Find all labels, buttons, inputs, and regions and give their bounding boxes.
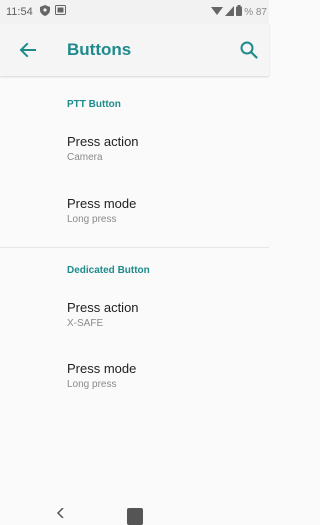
pref-dedicated-press-mode[interactable]: Press mode Long press: [0, 351, 269, 403]
pref-summary: Camera: [67, 152, 103, 163]
battery-text: % 87: [244, 6, 267, 18]
search-icon[interactable]: [239, 40, 259, 60]
pref-summary: X-SAFE: [67, 318, 104, 329]
back-icon[interactable]: [18, 40, 38, 60]
category-ptt-button: PTT Button: [67, 99, 121, 110]
sim-icon: [55, 5, 66, 18]
shield-icon: [40, 5, 50, 19]
wifi-icon: [211, 6, 224, 19]
pref-title: Press action: [67, 300, 139, 315]
page-title: Buttons: [67, 40, 132, 59]
pref-title: Press action: [67, 134, 139, 149]
pref-dedicated-press-action[interactable]: Press action X-SAFE: [0, 290, 269, 342]
status-bar: 11:54 % 87: [0, 0, 269, 24]
signal-icon: [225, 5, 235, 19]
battery-icon: [236, 5, 243, 19]
pref-title: Press mode: [67, 361, 137, 376]
app-bar: Buttons: [0, 24, 269, 76]
pref-ptt-press-action[interactable]: Press action Camera: [0, 124, 269, 176]
status-time: 11:54: [6, 6, 33, 18]
status-right: % 87: [211, 5, 267, 19]
navigation-bar: [0, 500, 269, 525]
pref-title: Press mode: [67, 196, 137, 211]
pref-ptt-press-mode[interactable]: Press mode Long press: [0, 186, 269, 238]
section-divider: [0, 247, 269, 248]
pref-summary: Long press: [67, 379, 117, 390]
nav-back-icon[interactable]: [56, 505, 64, 519]
nav-home-icon[interactable]: [127, 508, 143, 525]
category-dedicated-button: Dedicated Button: [67, 265, 150, 276]
pref-summary: Long press: [67, 214, 117, 225]
